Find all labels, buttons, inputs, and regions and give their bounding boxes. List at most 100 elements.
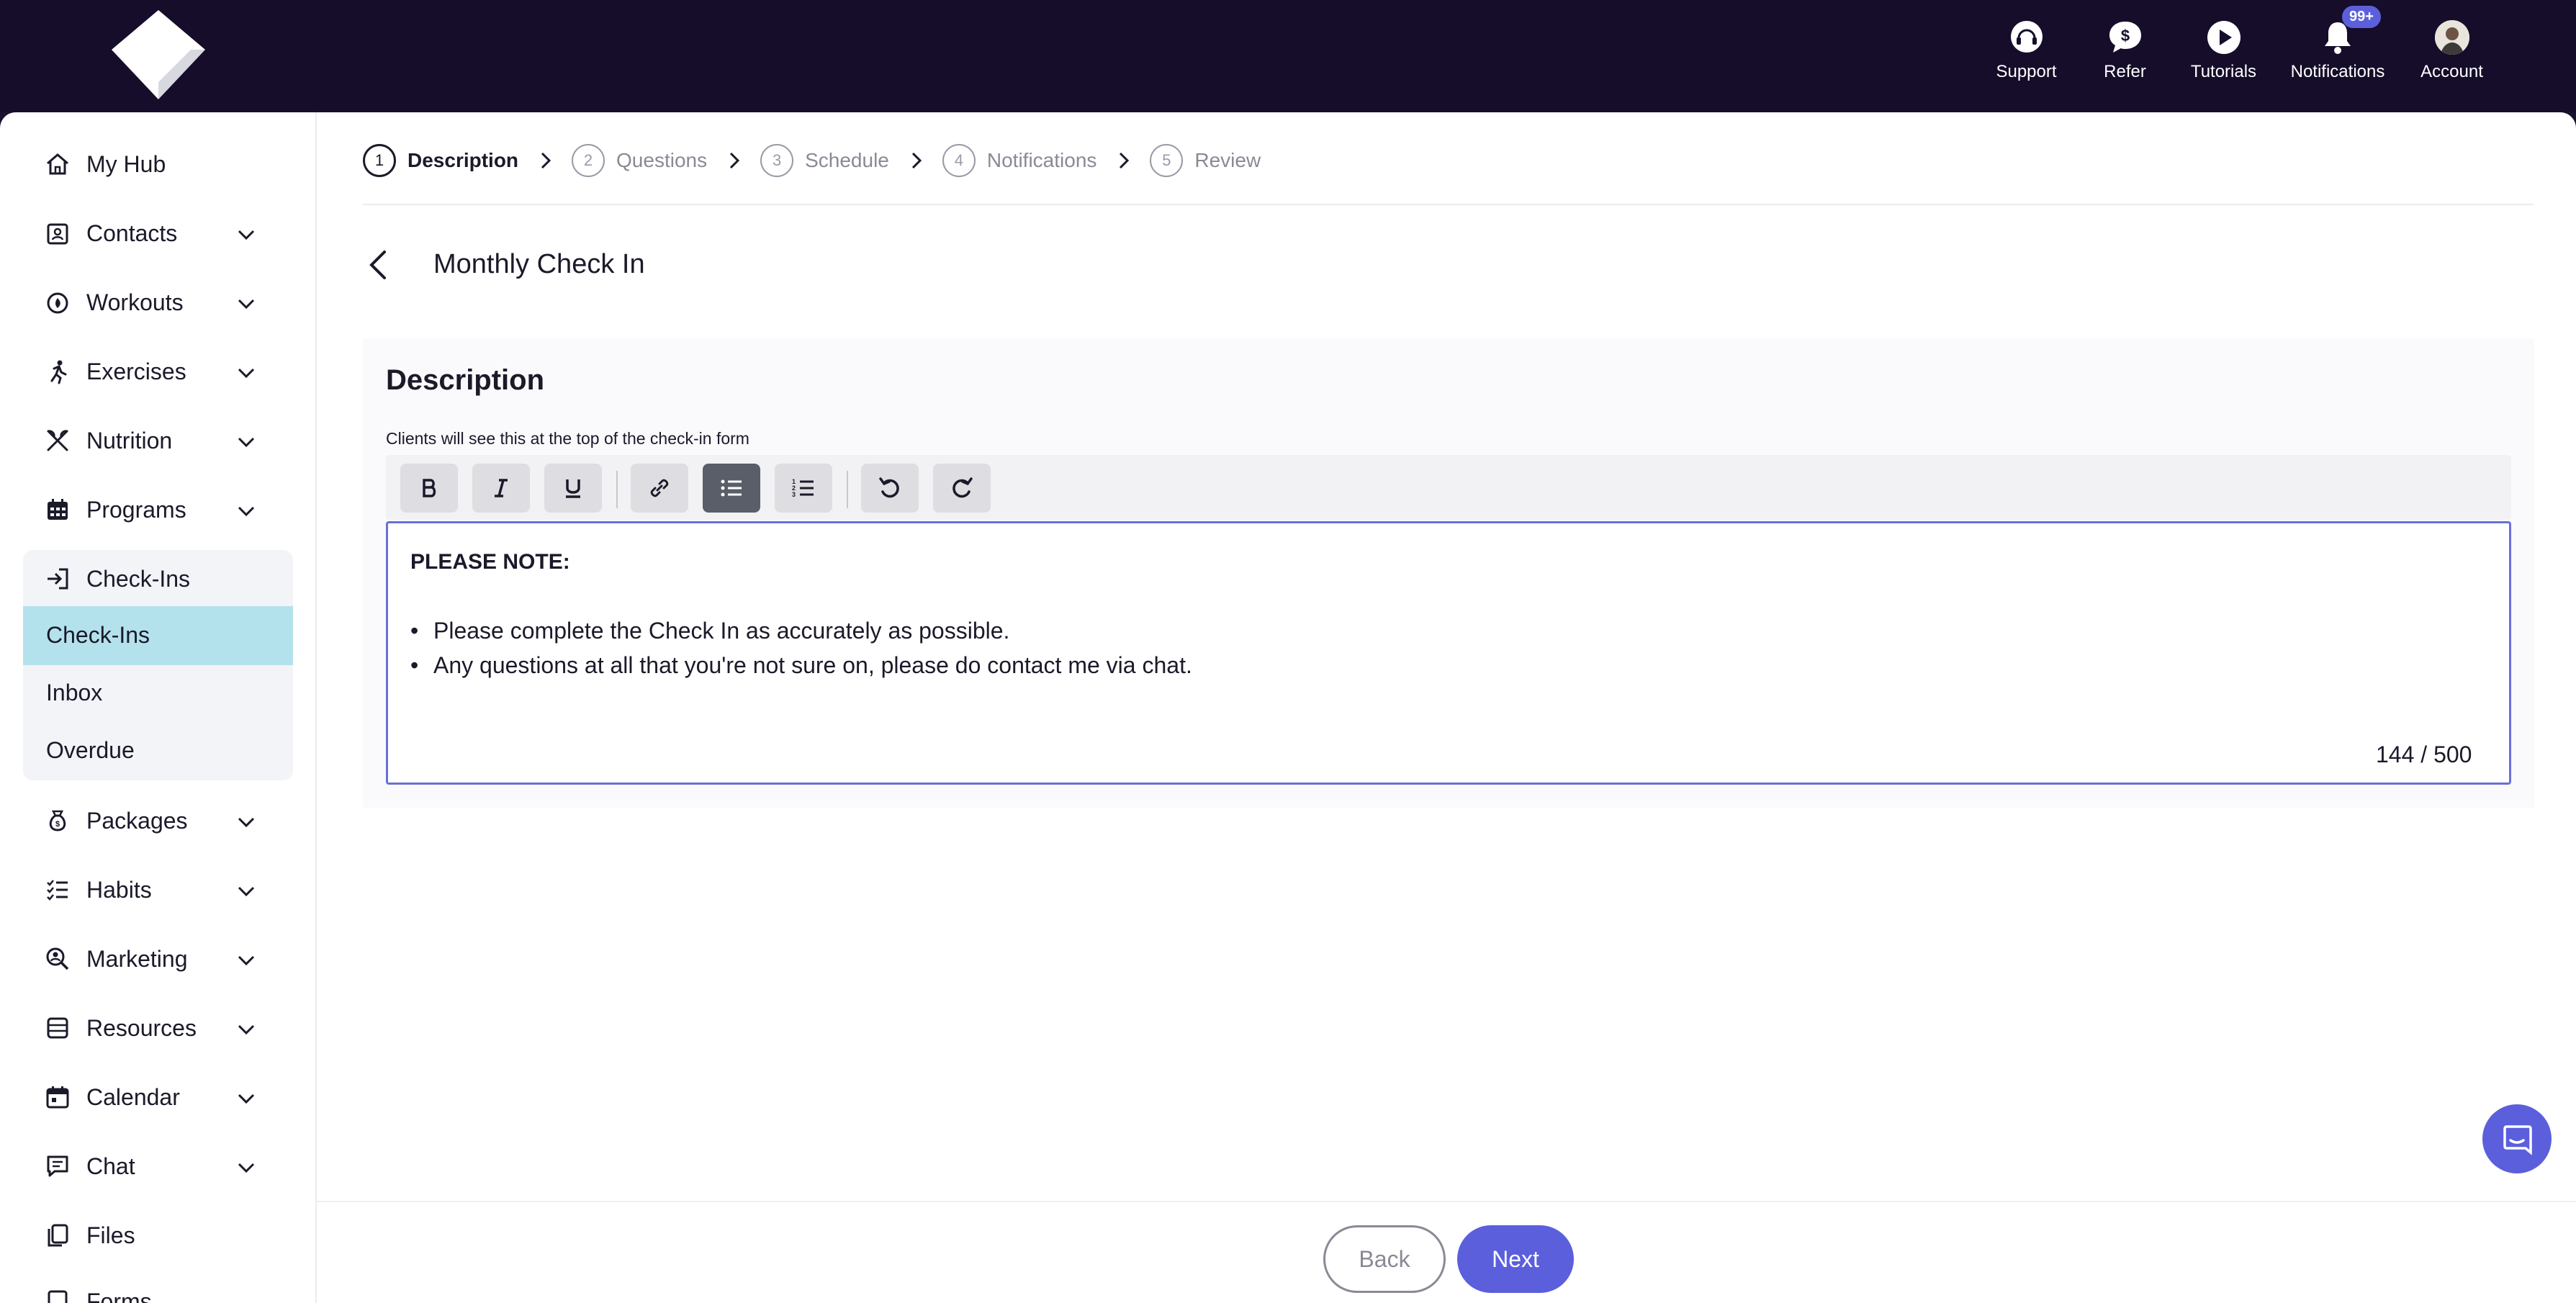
underline-button[interactable] [544,464,602,513]
svg-text:$: $ [55,820,60,829]
sidebar-subitem-overdue[interactable]: Overdue [46,737,135,764]
step-description[interactable]: 1 Description [363,144,518,177]
refer-label: Refer [2104,62,2146,81]
sidebar-subitem-checkins[interactable]: Check-Ins [46,622,150,649]
bullet-list-button[interactable] [703,464,760,513]
sidebar-item-calendar[interactable]: Calendar [43,1083,180,1112]
sidebar-subitem-inbox[interactable]: Inbox [46,680,102,706]
bullet-dot-icon: • [410,618,419,644]
sidebar-item-contacts[interactable]: Contacts [43,219,177,248]
chevron-down-icon[interactable] [235,500,258,523]
step-number: 3 [760,144,794,177]
chevron-down-icon[interactable] [235,223,258,246]
tutorials-nav[interactable]: Tutorials [2174,19,2273,82]
sidebar-item-label: Resources [86,1014,197,1041]
sidebar-item-label: Check-Ins [86,565,191,592]
chevron-down-icon[interactable] [235,1156,258,1179]
chevron-right-icon [730,152,740,169]
step-notifications[interactable]: 4 Notifications [942,144,1096,177]
sidebar-item-checkins[interactable]: Check-Ins [43,564,190,593]
chat-launcher-button[interactable] [2482,1104,2552,1173]
sidebar-item-programs[interactable]: Programs [43,495,186,524]
step-label: Schedule [805,149,889,171]
step-number: 1 [363,144,396,177]
step-review[interactable]: 5 Review [1150,144,1261,177]
sidebar-item-resources[interactable]: Resources [43,1014,197,1042]
sidebar-item-label: Calendar [86,1083,180,1110]
editor-bullet-item: • Please complete the Check In as accurat… [410,618,1009,644]
play-icon [2205,19,2243,56]
sidebar-item-my-hub[interactable]: My Hub [43,150,166,179]
sidebar-item-label: Packages [86,807,188,834]
sidebar-item-habits[interactable]: Habits [43,875,152,904]
app-logo[interactable] [112,10,205,99]
description-title: Description [386,364,545,396]
home-icon [43,150,72,179]
dollar-bubble-icon: $ [2107,19,2144,56]
checklist-icon [43,875,72,904]
toolbar-divider [847,471,848,508]
sidebar-item-chat[interactable]: Chat [43,1152,135,1181]
editor-heading: PLEASE NOTE: [410,550,570,574]
step-label: Description [407,149,519,171]
chevron-down-icon[interactable] [235,430,258,454]
chevron-down-icon[interactable] [235,1018,258,1041]
svg-text:$: $ [2120,27,2129,45]
link-button[interactable] [631,464,688,513]
bullet-list-icon [721,479,742,497]
chevron-down-icon[interactable] [235,292,258,315]
undo-icon [879,477,899,498]
notifications-badge: 99+ [2342,6,2381,28]
step-label: Questions [616,149,708,171]
sidebar-item-marketing[interactable]: Marketing [43,944,188,973]
step-questions[interactable]: 2 Questions [572,144,707,177]
next-button[interactable]: Next [1457,1225,1574,1293]
sidebar-item-workouts[interactable]: Workouts [43,288,184,317]
redo-icon [953,477,973,498]
wizard-stepper: 1 Description 2 Questions 3 Schedule 4 N… [363,144,1261,177]
sidebar-item-label: Marketing [86,945,188,972]
back-button[interactable]: Back [1323,1225,1446,1293]
sidebar-item-label: Workouts [86,289,184,315]
bold-button[interactable] [400,464,458,513]
chevron-down-icon[interactable] [235,361,258,384]
sidebar-item-label: Exercises [86,358,186,384]
calendar-icon [43,1083,72,1112]
support-nav[interactable]: Support [1977,19,2076,82]
italic-button[interactable] [472,464,530,513]
sidebar-item-packages[interactable]: $ Packages [43,806,188,835]
runner-icon [43,357,72,386]
sidebar-item-forms[interactable]: Forms [43,1287,152,1303]
sidebar-item-label: Nutrition [86,427,173,454]
chevron-down-icon[interactable] [235,880,258,903]
step-schedule[interactable]: 3 Schedule [760,144,889,177]
refer-nav[interactable]: $ Refer [2076,19,2174,82]
chevron-down-icon[interactable] [235,1087,258,1110]
step-number: 2 [572,144,605,177]
undo-button[interactable] [861,464,919,513]
archive-icon [43,1014,72,1042]
files-icon [43,1221,72,1250]
utensils-icon [43,426,72,455]
account-nav[interactable]: Account [2402,19,2501,82]
sidebar-item-exercises[interactable]: Exercises [43,357,186,386]
login-icon [43,564,72,593]
sidebar-item-nutrition[interactable]: Nutrition [43,426,172,455]
redo-button[interactable] [933,464,991,513]
top-bar: Support $ Refer Tutorials 99+ Notificati… [0,0,2576,112]
back-arrow-icon[interactable] [364,248,393,282]
sidebar-item-label: Contacts [86,220,178,246]
link-icon [650,479,669,497]
sidebar-item-label: Programs [86,496,186,523]
chevron-down-icon[interactable] [235,811,258,834]
search-user-icon [43,944,72,973]
bullet-text: Any questions at all that you're not sur… [433,652,1192,678]
chevron-down-icon[interactable] [235,949,258,972]
svg-text:3: 3 [792,491,796,498]
sidebar-item-label: My Hub [86,150,166,177]
numbered-list-button[interactable]: 123 [775,464,832,513]
bullet-text: Please complete the Check In as accurate… [433,618,1010,644]
notifications-nav[interactable]: 99+ Notifications [2273,6,2402,82]
sidebar-item-files[interactable]: Files [43,1221,135,1250]
description-subtitle: Clients will see this at the top of the … [386,429,749,448]
